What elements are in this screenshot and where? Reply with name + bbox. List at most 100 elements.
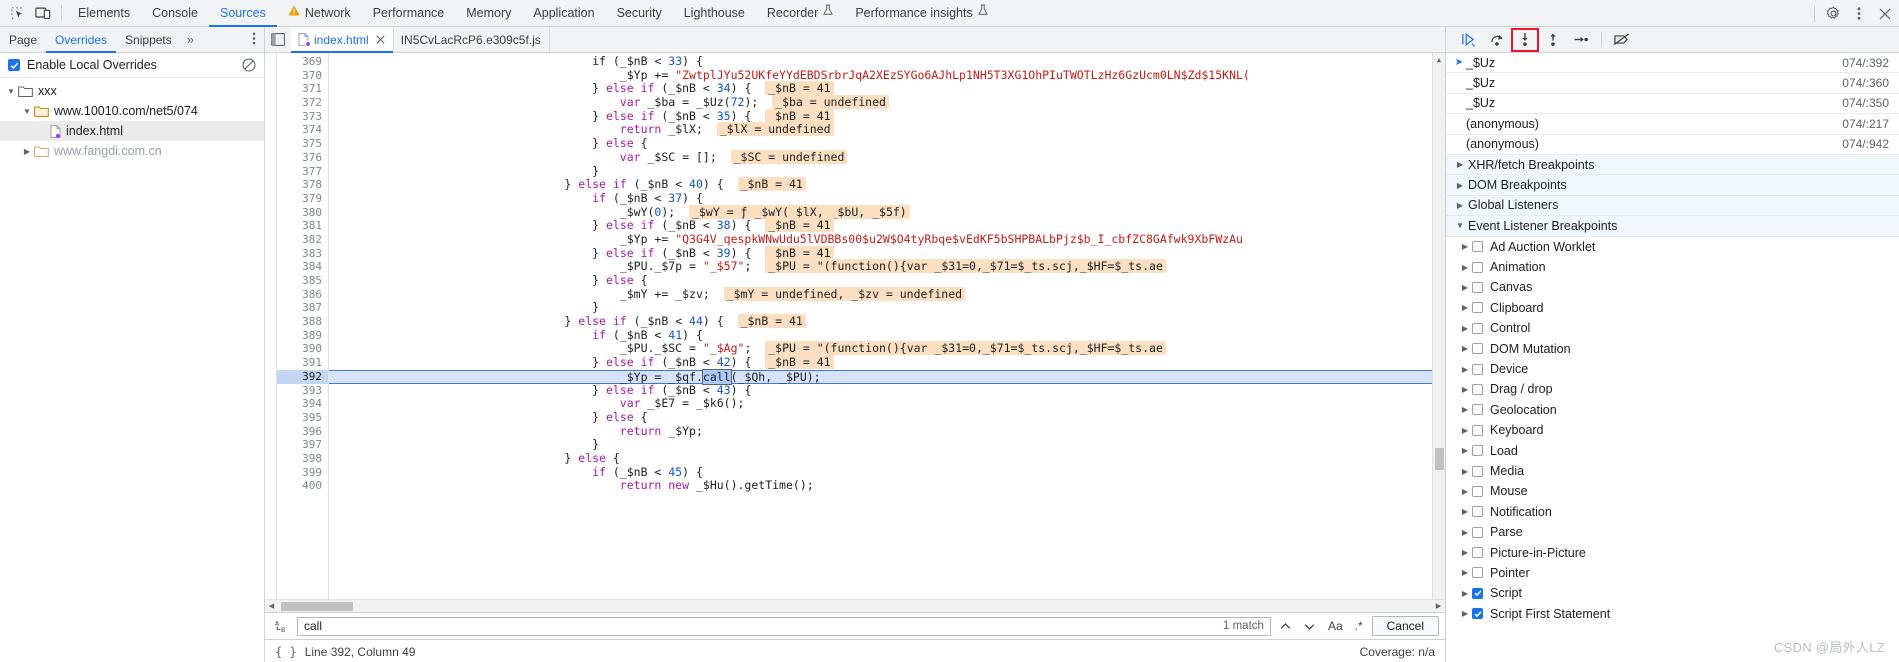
code-lines[interactable]: if (_$nB < 33) { _$Yp += "ZwtplJYu52UKfe…	[329, 53, 1445, 599]
regex-button[interactable]: .*	[1352, 619, 1366, 633]
chevron-right-icon[interactable]: ▶	[1458, 324, 1472, 333]
chevron-right-icon[interactable]: ▶	[1458, 507, 1472, 516]
editor-vertical-scrollbar[interactable]: ▲	[1432, 53, 1445, 599]
chevron-right-icon[interactable]: ▶	[1458, 609, 1472, 618]
code-line[interactable]: }	[329, 164, 1445, 179]
editor-tab-script-js[interactable]: IN5CvLacRcP6.e309c5f.js	[394, 26, 550, 53]
code-line[interactable]: var _$ba = _$Uz(72); _$ba = undefined	[329, 95, 1445, 110]
code-line-current[interactable]: _$Yp = _$qf.call(_$Qh, _$PU);	[329, 368, 1445, 385]
chevron-right-icon[interactable]: ▶	[1458, 446, 1472, 455]
more-subtabs-icon[interactable]: »	[181, 32, 200, 47]
subtab-overrides[interactable]: Overrides	[46, 27, 116, 53]
event-listener-category-row[interactable]: ▶ Media	[1446, 461, 1899, 481]
chevron-right-icon[interactable]: ▶	[1458, 344, 1472, 353]
code-line[interactable]: if (_$nB < 33) {	[329, 54, 1445, 69]
event-listener-category-row[interactable]: ▶ Parse	[1446, 522, 1899, 542]
chevron-right-icon[interactable]: ▶	[1458, 426, 1472, 435]
event-category-checkbox[interactable]	[1472, 445, 1483, 457]
code-line[interactable]: _$Yp += "Q3G4V_qespkWNwUdu5lVDBBs00$u2W$…	[329, 232, 1445, 247]
event-category-checkbox[interactable]	[1472, 526, 1483, 538]
close-icon[interactable]	[376, 33, 385, 47]
sidebar-section-global-listeners[interactable]: ▶ Global Listeners	[1446, 195, 1899, 217]
code-line[interactable]: return _$lX; _$lX = undefined	[329, 122, 1445, 137]
search-previous-button[interactable]	[1277, 616, 1295, 636]
close-icon[interactable]	[1873, 2, 1897, 26]
code-line[interactable]: } else if (_$nB < 39) { _$nB = 41	[329, 245, 1445, 261]
event-category-checkbox[interactable]	[1472, 424, 1483, 436]
tree-node-file-index-html[interactable]: index.html	[0, 121, 264, 141]
code-line[interactable]: _$mY += _$zv; _$mY = undefined, _$zv = u…	[329, 286, 1445, 302]
call-stack-row[interactable]: (anonymous) 074/:942	[1446, 135, 1899, 155]
code-view[interactable]: 369 370 371 372 373 374 375 376 377 378 379 380 381 3…	[265, 53, 1445, 599]
code-line[interactable]: } else {	[329, 451, 1445, 466]
tab-performance-insights[interactable]: Performance insights	[844, 0, 998, 27]
sidebar-section-event-listener-breakpoints[interactable]: ▼ Event Listener Breakpoints	[1446, 216, 1899, 237]
scroll-left-icon[interactable]: ◀	[265, 602, 278, 610]
editor-horizontal-scrollbar[interactable]: ◀ ▶	[265, 599, 1445, 612]
code-line[interactable]: var _$SC = []; _$SC = undefined	[329, 149, 1445, 165]
step-out-of-current-function-button[interactable]	[1540, 29, 1566, 51]
event-category-checkbox[interactable]	[1472, 608, 1483, 620]
chevron-right-icon[interactable]: ▶	[1452, 181, 1468, 190]
chevron-right-icon[interactable]: ▶	[1458, 548, 1472, 557]
show-navigator-panel-icon[interactable]	[265, 33, 291, 46]
event-listener-category-row[interactable]: ▶ DOM Mutation	[1446, 338, 1899, 358]
code-line[interactable]: } else if (_$nB < 35) { _$nB = 41	[329, 108, 1445, 124]
event-category-checkbox[interactable]	[1472, 383, 1483, 395]
chevron-right-icon[interactable]: ▶	[1458, 283, 1472, 292]
call-stack-row[interactable]: _$Uz 074/:350	[1446, 94, 1899, 115]
tab-recorder[interactable]: Recorder	[756, 0, 844, 27]
sidebar-section-dom-breakpoints[interactable]: ▶ DOM Breakpoints	[1446, 175, 1899, 196]
tab-application[interactable]: Application	[522, 0, 605, 27]
event-listener-category-row[interactable]: ▶ Drag / drop	[1446, 379, 1899, 399]
scrollbar-thumb[interactable]	[1435, 448, 1444, 470]
chevron-right-icon[interactable]: ▶	[1458, 487, 1472, 496]
tab-console[interactable]: Console	[141, 0, 209, 27]
enable-local-overrides-checkbox[interactable]	[8, 59, 20, 71]
event-listener-category-row[interactable]: ▶ Script First Statement	[1446, 604, 1899, 624]
tab-network[interactable]: Network	[277, 0, 362, 27]
code-line[interactable]: } else if (_$nB < 38) { _$nB = 41	[329, 218, 1445, 233]
tab-memory[interactable]: Memory	[455, 0, 522, 27]
step-over-next-function-call-button[interactable]	[1484, 29, 1510, 51]
editor-tab-index-html[interactable]: index.html	[291, 26, 394, 53]
chevron-right-icon[interactable]: ▶	[1458, 242, 1472, 251]
more-options-kebab-icon[interactable]	[1847, 2, 1871, 26]
event-category-checkbox[interactable]	[1472, 485, 1483, 497]
event-category-checkbox[interactable]	[1472, 322, 1483, 334]
event-category-checkbox[interactable]	[1472, 281, 1483, 293]
call-stack-row[interactable]: _$Uz 074/:360	[1446, 73, 1899, 94]
code-line[interactable]: } else if (_$nB < 44) { _$nB = 41	[329, 314, 1445, 329]
code-line[interactable]: _$Yp += "ZwtplJYu52UKfeYYdEBDSrbrJqA2XEz…	[329, 68, 1445, 83]
chevron-down-icon[interactable]: ▼	[4, 87, 18, 96]
code-line[interactable]: } else {	[329, 273, 1445, 288]
event-listener-category-row[interactable]: ▶ Animation	[1446, 257, 1899, 277]
tab-lighthouse[interactable]: Lighthouse	[673, 0, 756, 27]
tree-node-folder[interactable]: ▶ www.fangdi.com.cn	[0, 141, 264, 161]
scrollbar-thumb[interactable]	[281, 602, 353, 611]
chevron-right-icon[interactable]: ▶	[20, 147, 34, 156]
step-button[interactable]	[1568, 29, 1594, 51]
code-line[interactable]: } else {	[329, 136, 1445, 151]
inspect-element-icon[interactable]	[4, 1, 30, 25]
code-line[interactable]: } else {	[329, 410, 1445, 425]
event-listener-category-row[interactable]: ▶ Control	[1446, 318, 1899, 338]
chevron-right-icon[interactable]: ▶	[1452, 160, 1468, 169]
event-listener-category-row[interactable]: ▶ Clipboard	[1446, 298, 1899, 318]
event-category-checkbox[interactable]	[1472, 302, 1483, 314]
breakpoint-gutter[interactable]	[265, 53, 277, 599]
event-listener-category-row[interactable]: ▶ Picture-in-Picture	[1446, 542, 1899, 562]
step-into-next-function-call-button[interactable]	[1511, 27, 1539, 52]
code-line[interactable]: if (_$nB < 37) {	[329, 191, 1445, 206]
code-line[interactable]: return new _$Hu().getTime();	[329, 478, 1445, 493]
event-listener-category-row[interactable]: ▶ Mouse	[1446, 481, 1899, 501]
event-category-checkbox[interactable]	[1472, 587, 1483, 599]
chevron-down-icon[interactable]: ▼	[1452, 221, 1468, 230]
navigator-more-options-kebab-icon[interactable]	[252, 31, 256, 50]
chevron-down-icon[interactable]: ▼	[20, 107, 34, 116]
code-line[interactable]: } else if (_$nB < 43) {	[329, 383, 1445, 398]
event-listener-category-row[interactable]: ▶ Geolocation	[1446, 400, 1899, 420]
subtab-page[interactable]: Page	[0, 27, 46, 53]
chevron-right-icon[interactable]: ▶	[1452, 201, 1468, 210]
chevron-right-icon[interactable]: ▶	[1458, 365, 1472, 374]
